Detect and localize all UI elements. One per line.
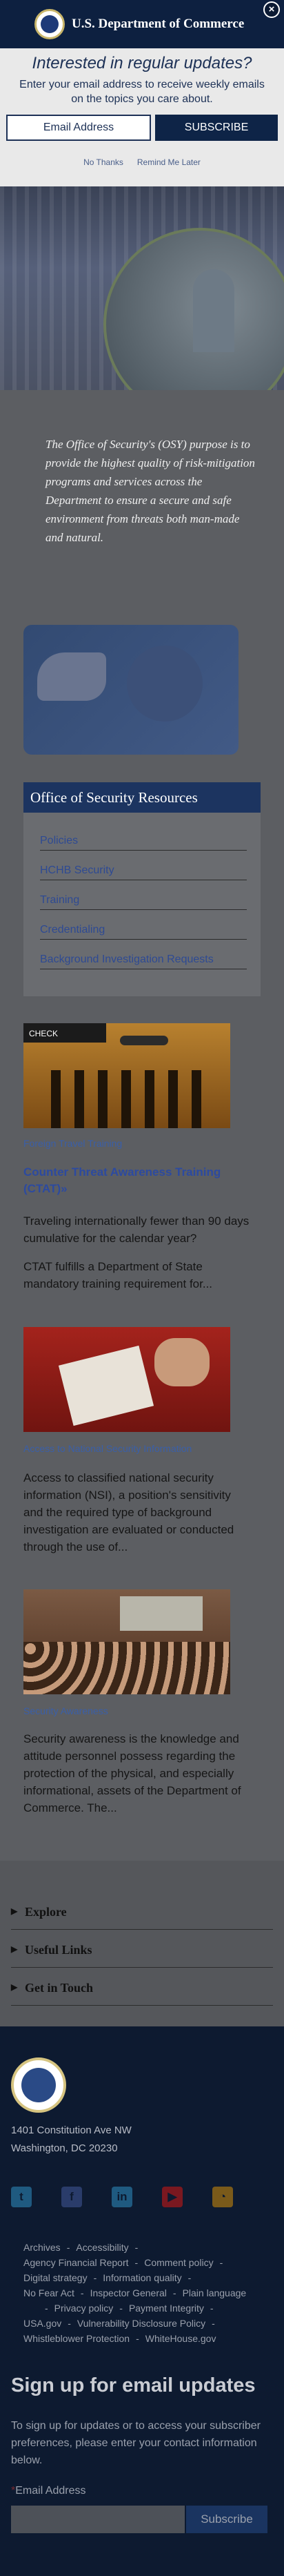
- footer-link[interactable]: Archives: [23, 2242, 61, 2253]
- footer-link[interactable]: Inspector General: [90, 2287, 167, 2298]
- article-text: Security awareness is the knowledge and …: [23, 1732, 241, 1814]
- youtube-icon[interactable]: ▶: [162, 2187, 183, 2207]
- footer-link[interactable]: Privacy policy: [54, 2303, 114, 2314]
- remind-later-link[interactable]: Remind Me Later: [137, 157, 201, 167]
- article-image-awareness[interactable]: [23, 1589, 230, 1694]
- accordion-get-in-touch[interactable]: ▶ Get in Touch: [11, 1971, 273, 2006]
- article-title[interactable]: Counter Threat Awareness Training (CTAT)…: [23, 1164, 244, 1197]
- email-label: *Email Address: [11, 2485, 86, 2497]
- twitter-icon[interactable]: t: [11, 2187, 32, 2207]
- department-seal-icon[interactable]: [34, 9, 65, 39]
- resources-panel: Office of Security Resources Policies HC…: [23, 782, 261, 996]
- article-category[interactable]: Security Awareness: [23, 1705, 108, 1716]
- resource-link-background-investigation[interactable]: Background Investigation Requests: [40, 940, 247, 969]
- footer-accordion: ▶ Explore ▶ Useful Links ▶ Get in Touch: [0, 1861, 284, 2026]
- department-seal-icon[interactable]: [11, 2057, 66, 2113]
- accordion-explore[interactable]: ▶ Explore: [11, 1895, 273, 1930]
- footer-link[interactable]: Agency Financial Report: [23, 2257, 129, 2268]
- article-text: Access to classified national security i…: [23, 1471, 234, 1553]
- video-thumbnail[interactable]: [23, 625, 239, 755]
- address: 1401 Constitution Ave NW Washington, DC …: [11, 2122, 132, 2158]
- footer-link[interactable]: Whistleblower Protection: [23, 2333, 130, 2344]
- footer-link[interactable]: WhiteHouse.gov: [145, 2333, 216, 2344]
- footer-link[interactable]: Plain language: [183, 2287, 247, 2298]
- email-label-text: Email Address: [15, 2485, 86, 2497]
- article-category[interactable]: Foreign Travel Training: [23, 1138, 122, 1149]
- social-links: t f in ▶ ◔: [11, 2187, 233, 2207]
- footer-link[interactable]: Accessibility: [76, 2242, 128, 2253]
- popup-subscribe-button[interactable]: SUBSCRIBE: [155, 115, 278, 141]
- site-footer: 1401 Constitution Ave NW Washington, DC …: [0, 2026, 284, 2576]
- resource-link-credentialing[interactable]: Credentialing: [40, 910, 247, 940]
- chevron-right-icon: ▶: [11, 1906, 18, 1916]
- site-header: U.S. Department of Commerce ×: [0, 0, 284, 48]
- footer-link[interactable]: Vulnerability Disclosure Policy: [77, 2318, 205, 2329]
- linkedin-icon[interactable]: in: [112, 2187, 132, 2207]
- article-text: Traveling internationally fewer than 90 …: [23, 1214, 250, 1245]
- accordion-label: Get in Touch: [25, 1981, 94, 1995]
- hero-image: [0, 186, 284, 390]
- address-line: 1401 Constitution Ave NW: [11, 2124, 132, 2136]
- popup-subtext: Enter your email address to receive week…: [19, 79, 265, 105]
- footer-link[interactable]: No Fear Act: [23, 2287, 74, 2298]
- no-thanks-link[interactable]: No Thanks: [83, 157, 123, 167]
- resource-link-training[interactable]: Training: [40, 880, 247, 910]
- chevron-right-icon: ▶: [11, 1982, 18, 1992]
- intro-text: The Office of Security's (OSY) purpose i…: [45, 438, 255, 544]
- signup-heading: Sign up for email updates: [11, 2374, 256, 2396]
- close-icon[interactable]: ×: [263, 1, 280, 18]
- resources-heading: Office of Security Resources: [23, 782, 261, 813]
- address-line: Washington, DC 20230: [11, 2142, 118, 2154]
- signup-text: To sign up for updates or to access your…: [11, 2420, 261, 2466]
- site-title[interactable]: U.S. Department of Commerce: [72, 17, 244, 32]
- check-sign: CHECK: [23, 1023, 106, 1043]
- facebook-icon[interactable]: f: [61, 2187, 82, 2207]
- resource-link-hchb-security[interactable]: HCHB Security: [40, 851, 247, 880]
- subscribe-button[interactable]: Subscribe: [186, 2506, 267, 2533]
- footer-link[interactable]: Comment policy: [144, 2257, 213, 2268]
- accordion-label: Explore: [25, 1905, 67, 1919]
- article-text: CTAT fulfills a Department of State mand…: [23, 1260, 213, 1290]
- resource-link-policies[interactable]: Policies: [40, 821, 247, 851]
- footer-link[interactable]: Information quality: [103, 2272, 181, 2283]
- article-image-travel[interactable]: CHECK: [23, 1023, 230, 1128]
- footer-link[interactable]: USA.gov: [23, 2318, 61, 2329]
- footer-link[interactable]: Digital strategy: [23, 2272, 88, 2283]
- email-field[interactable]: [11, 2506, 185, 2533]
- article-image-nsi[interactable]: [23, 1327, 230, 1432]
- chevron-right-icon: ▶: [11, 1944, 18, 1954]
- accordion-useful-links[interactable]: ▶ Useful Links: [11, 1933, 273, 1968]
- footer-link[interactable]: Payment Integrity: [129, 2303, 204, 2314]
- rss-icon[interactable]: ◔: [212, 2187, 233, 2207]
- article-category[interactable]: Access to National Security Information: [23, 1443, 192, 1454]
- email-signup-popup: Interested in regular updates? Enter you…: [0, 48, 284, 186]
- popup-email-input[interactable]: Email Address: [6, 115, 151, 141]
- footer-links: Archives - Accessibility - Agency Financial…: [23, 2242, 247, 2344]
- accordion-label: Useful Links: [25, 1943, 92, 1957]
- popup-heading: Interested in regular updates?: [32, 54, 252, 72]
